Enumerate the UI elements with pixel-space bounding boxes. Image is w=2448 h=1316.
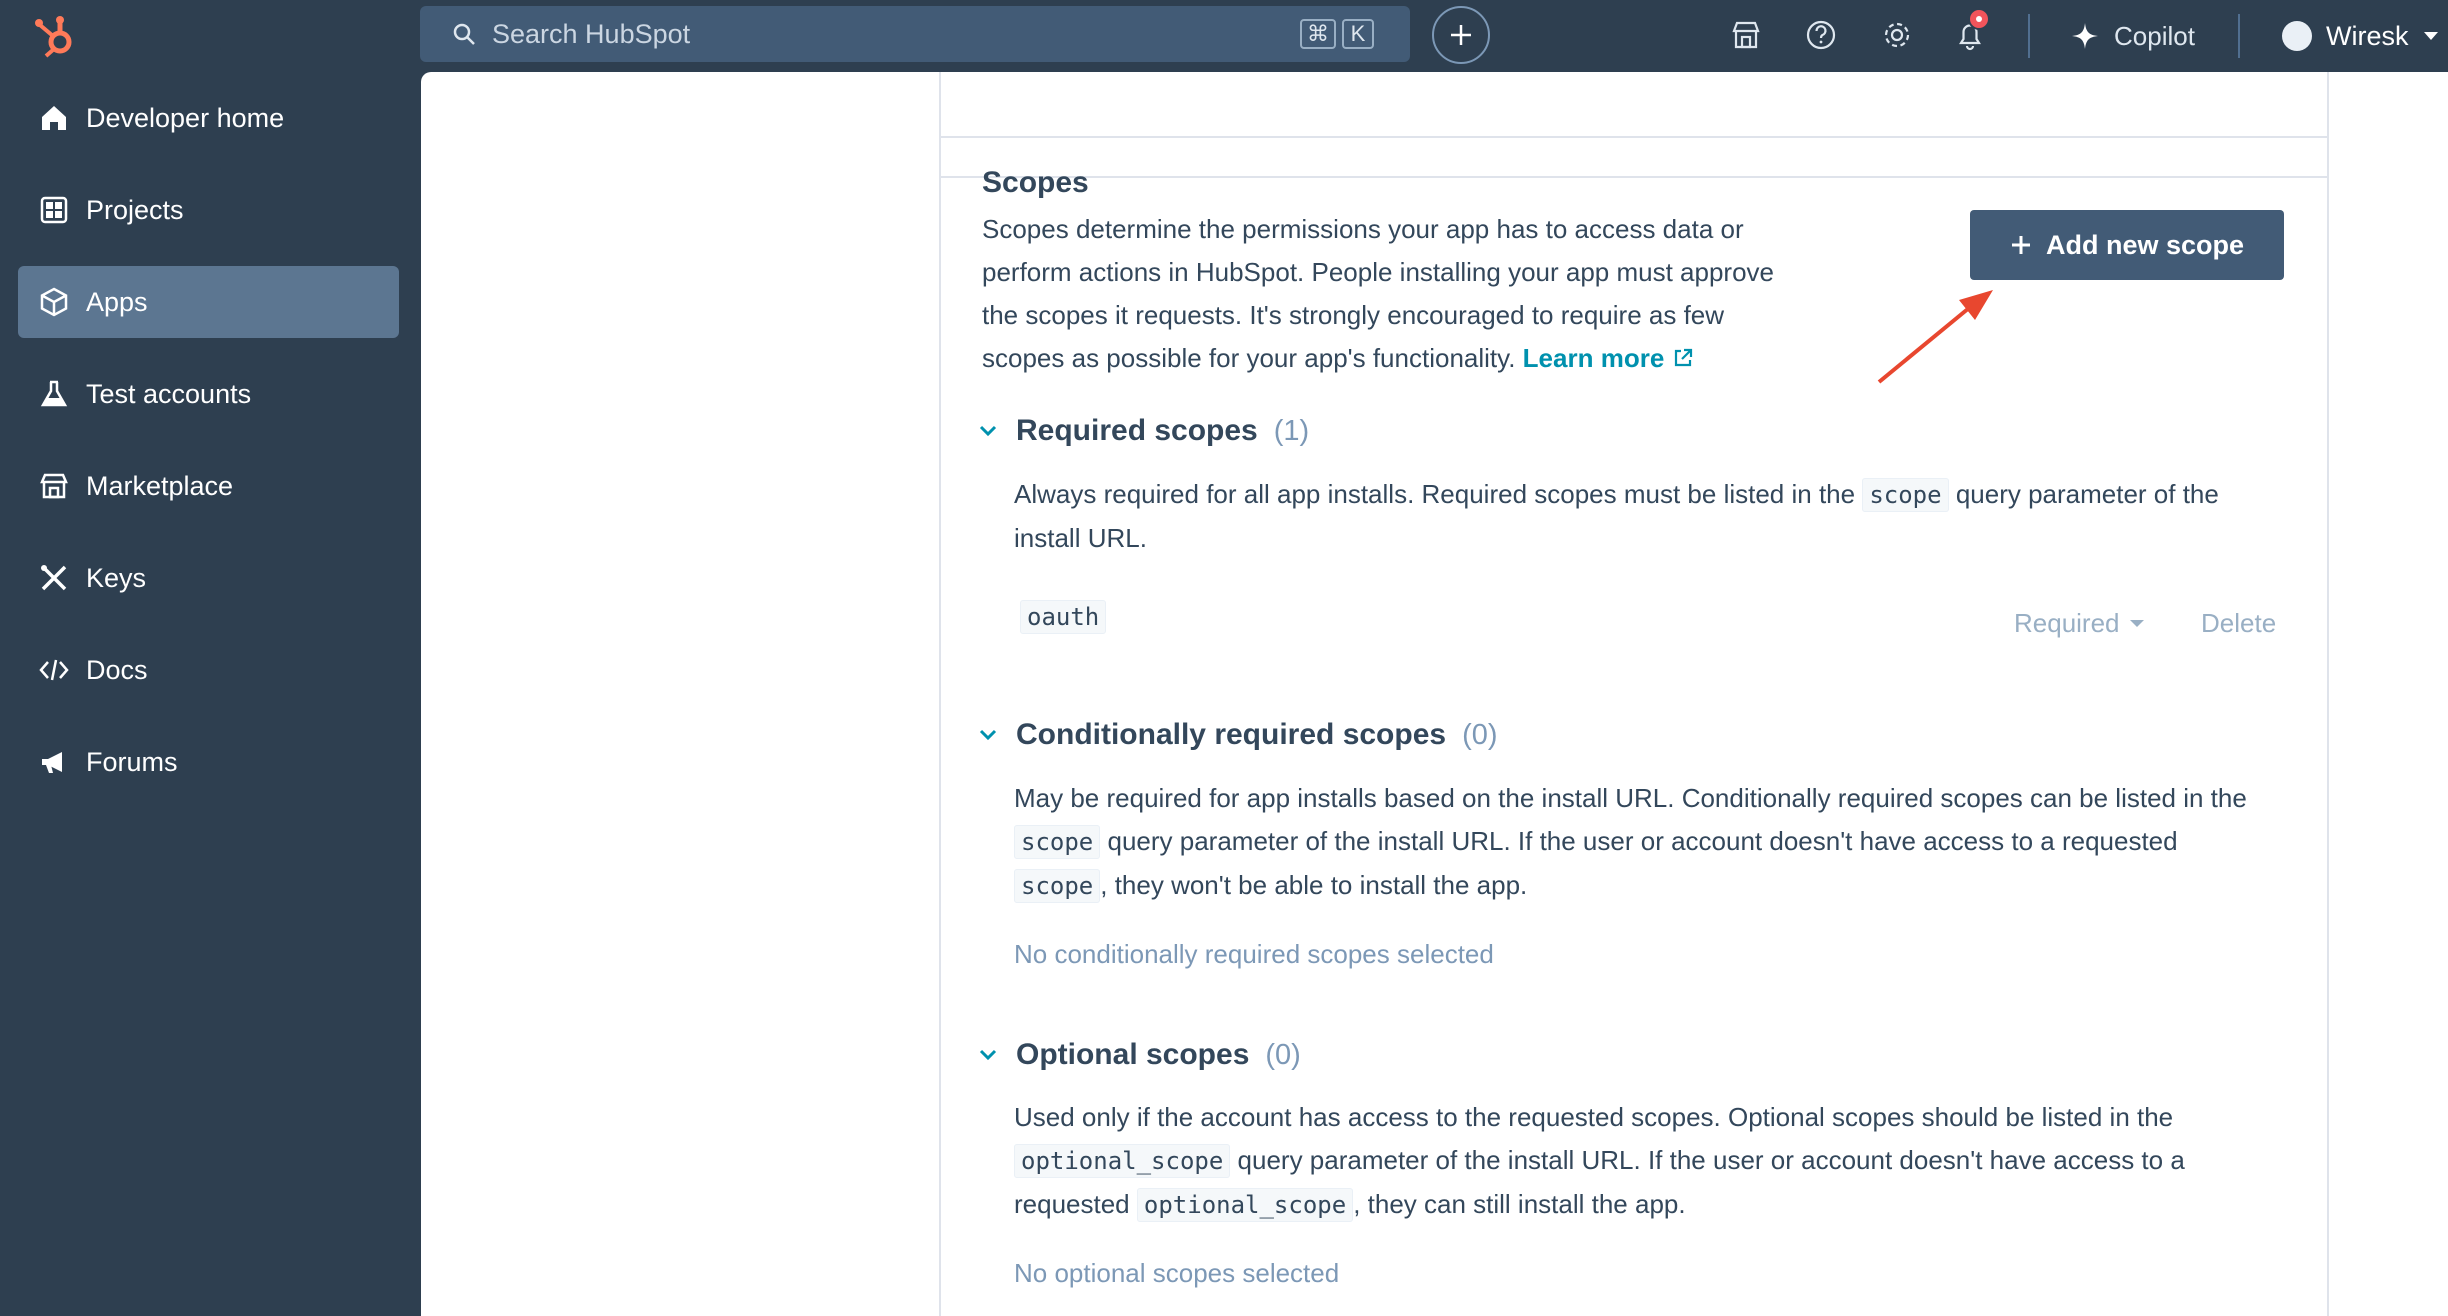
- scope-requirement-value: Required: [2014, 608, 2120, 638]
- keys-icon: [41, 565, 67, 591]
- conditional-scopes-count: (0): [1462, 718, 1498, 751]
- sidebar-item-keys[interactable]: Keys: [18, 542, 399, 614]
- sidebar-item-label: Docs: [86, 654, 148, 685]
- search-placeholder: Search HubSpot: [492, 18, 691, 49]
- keyboard-shortcut: ⌘ K: [1300, 19, 1374, 49]
- plus-icon: [1451, 25, 1471, 45]
- required-scopes-count: (1): [1273, 414, 1310, 447]
- intro-line: the scopes it requests. It's strongly en…: [982, 300, 1725, 330]
- caret-down-icon: [2129, 620, 2144, 627]
- sidebar-item-label: Test accounts: [86, 378, 252, 409]
- sidebar-item-developer-home[interactable]: Developer home: [18, 82, 399, 154]
- settings-gear-icon[interactable]: [1880, 18, 1914, 52]
- optional-scopes-header[interactable]: Optional scopes (0): [976, 1038, 1301, 1072]
- required-scopes-header[interactable]: Required scopes (1): [976, 414, 1309, 448]
- sparkle-icon: [2072, 23, 2098, 49]
- topbar-divider-2: [2238, 14, 2240, 58]
- intro-line: perform actions in HubSpot. People insta…: [982, 257, 1774, 287]
- sidebar-item-marketplace[interactable]: Marketplace: [18, 450, 399, 522]
- home-icon: [42, 106, 66, 130]
- plus-icon: [2011, 236, 2030, 254]
- sidebar-item-label: Apps: [86, 286, 148, 317]
- copilot-button[interactable]: Copilot: [2070, 14, 2195, 58]
- sidebar: Developer home Projects Apps Test accounts M…: [0, 72, 421, 1316]
- account-menu[interactable]: Wiresk: [2282, 14, 2439, 58]
- sidebar-item-projects[interactable]: Projects: [18, 174, 399, 246]
- add-new-scope-button[interactable]: Add new scope: [1970, 210, 2284, 280]
- intro-line: scopes as possible for your app's functi…: [982, 343, 1516, 373]
- code-scope: scope: [1014, 869, 1101, 903]
- top-navigation-bar: Search HubSpot ⌘ K Copilot Wiresk: [0, 0, 2448, 72]
- shortcut-key-k: K: [1342, 19, 1374, 49]
- copilot-label: Copilot: [2114, 20, 2195, 51]
- notification-badge: [1968, 8, 1990, 30]
- conditional-scopes-title: Conditionally required scopes: [1016, 718, 1447, 751]
- chevron-down-icon: [979, 729, 997, 741]
- scopes-description: Scopes determine the permissions your ap…: [982, 208, 1802, 380]
- code-optional-scope: optional_scope: [1136, 1188, 1354, 1222]
- code-scope: scope: [1862, 478, 1949, 512]
- avatar: [2282, 21, 2312, 51]
- scope-requirement-select[interactable]: Required: [2014, 608, 2144, 639]
- apps-icon: [40, 287, 68, 317]
- megaphone-icon: [42, 752, 62, 773]
- add-new-scope-label: Add new scope: [2045, 229, 2245, 260]
- topbar-divider: [2028, 14, 2030, 58]
- code-icon: [39, 659, 69, 681]
- sidebar-item-label: Developer home: [86, 102, 285, 133]
- intro-line: Scopes determine the permissions your ap…: [982, 214, 1744, 244]
- optional-scopes-description: Used only if the account has access to t…: [1014, 1096, 2304, 1227]
- optional-scopes-count: (0): [1265, 1038, 1301, 1071]
- scopes-heading: Scopes: [982, 166, 1089, 199]
- code-scope: scope: [1014, 825, 1101, 859]
- main-content: Scopes Scopes determine the permissions …: [421, 72, 2448, 1316]
- hubspot-logo-icon[interactable]: [30, 10, 82, 62]
- delete-scope-button[interactable]: Delete: [2201, 608, 2276, 639]
- sidebar-item-label: Keys: [86, 562, 147, 593]
- conditional-scopes-description: May be required for app installs based o…: [1014, 777, 2304, 908]
- learn-more-link[interactable]: Learn more: [1523, 343, 1694, 373]
- scope-chip-oauth: oauth: [1020, 600, 1107, 634]
- projects-icon: [40, 196, 68, 224]
- sidebar-item-label: Marketplace: [86, 470, 234, 501]
- required-scopes-title: Required scopes: [1016, 414, 1258, 447]
- conditional-scopes-header[interactable]: Conditionally required scopes (0): [976, 718, 1498, 752]
- shortcut-key-cmd: ⌘: [1300, 19, 1336, 49]
- sidebar-item-label: Projects: [86, 194, 184, 225]
- search-bar[interactable]: Search HubSpot ⌘ K: [420, 6, 1410, 62]
- optional-scopes-title: Optional scopes: [1016, 1038, 1250, 1071]
- chevron-down-icon: [979, 425, 997, 437]
- marketplace-store-icon[interactable]: [1729, 18, 1763, 52]
- account-name: Wiresk: [2326, 20, 2409, 51]
- sidebar-item-label: Forums: [86, 746, 178, 777]
- sidebar-item-forums[interactable]: Forums: [18, 726, 399, 798]
- optional-empty-state: No optional scopes selected: [1014, 1258, 1340, 1288]
- search-icon: [453, 23, 475, 45]
- help-icon[interactable]: [1804, 18, 1838, 52]
- sidebar-item-apps[interactable]: Apps: [18, 266, 399, 338]
- chevron-down-icon: [979, 1049, 997, 1061]
- sidebar-item-docs[interactable]: Docs: [18, 634, 399, 706]
- flask-icon: [40, 380, 68, 407]
- code-optional-scope: optional_scope: [1014, 1144, 1231, 1178]
- store-icon: [40, 473, 68, 499]
- annotation-arrow: [1877, 290, 1993, 384]
- required-scopes-description: Always required for all app installs. Re…: [1014, 478, 2219, 553]
- conditional-empty-state: No conditionally required scopes selecte…: [1014, 939, 1494, 969]
- caret-down-icon: [2423, 32, 2438, 40]
- sidebar-item-test-accounts[interactable]: Test accounts: [18, 358, 399, 430]
- external-link-icon: [1674, 348, 1692, 367]
- create-new-button[interactable]: [1432, 6, 1490, 64]
